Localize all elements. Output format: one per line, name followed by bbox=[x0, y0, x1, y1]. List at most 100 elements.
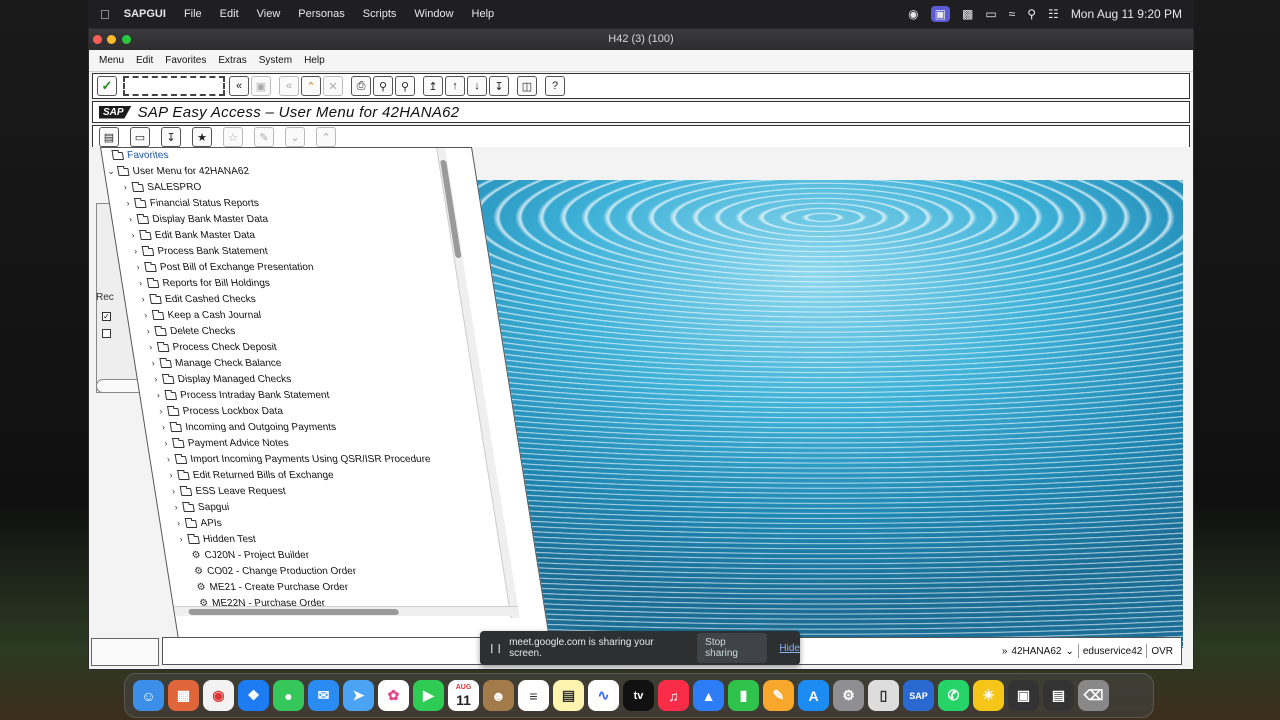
stop-sharing-button[interactable]: Stop sharing bbox=[697, 633, 768, 663]
tree-transaction[interactable]: ⚙ ME21 - Create Purchase Order bbox=[196, 580, 350, 595]
pages-icon[interactable]: ✎ bbox=[763, 680, 794, 711]
tree-folder[interactable]: › Sapgui bbox=[171, 500, 231, 515]
sap-menu-help[interactable]: Help bbox=[304, 55, 325, 66]
reminders-icon[interactable]: ≡ bbox=[518, 680, 549, 711]
window-minimize-button[interactable] bbox=[107, 35, 116, 44]
exit-icon[interactable]: ⌃ bbox=[301, 76, 321, 96]
music-icon[interactable]: ♫ bbox=[658, 680, 689, 711]
menubar-help[interactable]: Help bbox=[472, 8, 495, 20]
chevron-right-icon[interactable]: › bbox=[168, 484, 178, 499]
tree-folder[interactable]: › ESS Leave Request bbox=[168, 484, 286, 499]
find-icon[interactable]: ⚲ bbox=[373, 76, 393, 96]
recent-window-icon[interactable]: ▣ bbox=[1008, 680, 1039, 711]
notes-icon[interactable]: ▤ bbox=[553, 680, 584, 711]
enter-check-icon[interactable]: ✓ bbox=[97, 76, 117, 96]
mail-icon[interactable]: ✉ bbox=[308, 680, 339, 711]
tree-folder[interactable]: › Hidden Test bbox=[176, 532, 257, 547]
chevron-down-icon[interactable]: ⌄ bbox=[106, 164, 116, 179]
maps-icon[interactable]: ➤ bbox=[343, 680, 374, 711]
sap-menu-menu[interactable]: Menu bbox=[99, 55, 124, 66]
photos-icon[interactable]: ✿ bbox=[378, 680, 409, 711]
status-expand-icon[interactable]: » bbox=[1002, 646, 1008, 657]
chevron-right-icon[interactable]: › bbox=[135, 276, 145, 291]
tree-folder[interactable]: › Reports for Bill Holdings bbox=[135, 276, 271, 291]
menubar-window[interactable]: Window bbox=[414, 8, 453, 20]
control-center-icon[interactable]: ☷ bbox=[1048, 7, 1059, 21]
numbers-icon[interactable]: ▮ bbox=[728, 680, 759, 711]
chevron-right-icon[interactable]: › bbox=[140, 308, 150, 323]
menubar-view[interactable]: View bbox=[257, 8, 281, 20]
status-chevron-down-icon[interactable]: ⌄ bbox=[1065, 646, 1073, 657]
chevron-right-icon[interactable]: › bbox=[163, 452, 173, 467]
sap-gui-icon[interactable]: SAP bbox=[903, 680, 934, 711]
chrome-icon[interactable]: ◉ bbox=[203, 680, 234, 711]
calendar-icon[interactable]: AUG 11 bbox=[448, 680, 479, 711]
menubar-file[interactable]: File bbox=[184, 8, 202, 20]
chevron-right-icon[interactable]: › bbox=[146, 340, 156, 355]
contacts-icon[interactable]: ☻ bbox=[483, 680, 514, 711]
iphone-mirroring-icon[interactable]: ▯ bbox=[868, 680, 899, 711]
status-mode[interactable]: OVR bbox=[1151, 646, 1173, 657]
tree-vertical-scroll-thumb[interactable] bbox=[440, 160, 462, 258]
tree-node-favorites[interactable]: Favorites bbox=[111, 148, 170, 163]
background-checkbox-2[interactable] bbox=[102, 329, 111, 338]
sap-menu-favorites[interactable]: Favorites bbox=[165, 55, 206, 66]
chevron-right-icon[interactable]: › bbox=[143, 324, 153, 339]
chevron-right-icon[interactable]: › bbox=[151, 372, 161, 387]
tree-folder[interactable]: › SALESPRO bbox=[120, 180, 202, 195]
finder-icon[interactable]: ☺ bbox=[133, 680, 164, 711]
tree-folder[interactable]: › Manage Check Balance bbox=[148, 356, 283, 371]
tree-folder[interactable]: › Process Intraday Bank Statement bbox=[153, 388, 330, 403]
tips-icon[interactable]: ☀ bbox=[973, 680, 1004, 711]
move-up-icon[interactable]: ⌃ bbox=[316, 127, 336, 147]
previous-page-icon[interactable]: ↑ bbox=[445, 76, 465, 96]
change-favorite-icon[interactable]: ✎ bbox=[254, 127, 274, 147]
chevron-right-icon[interactable]: › bbox=[158, 420, 168, 435]
screen-share-icon[interactable]: ▣ bbox=[930, 6, 950, 22]
first-page-icon[interactable]: ↥ bbox=[423, 76, 443, 96]
tree-folder[interactable]: › APIs bbox=[173, 516, 223, 531]
safari-icon[interactable]: ❖ bbox=[238, 680, 269, 711]
tree-folder[interactable]: › Edit Bank Master Data bbox=[128, 228, 256, 243]
tree-transaction[interactable]: ⚙ CJ20N - Project Builder bbox=[191, 548, 311, 563]
background-checkbox-1[interactable]: ✓ bbox=[102, 312, 111, 321]
chevron-right-icon[interactable]: › bbox=[153, 388, 163, 403]
tree-transaction[interactable]: ⚙ CO02 - Change Production Order bbox=[193, 564, 357, 579]
battery-icon[interactable]: ▭ bbox=[985, 7, 996, 21]
menubar-clock[interactable]: Mon Aug 11 9:20 PM bbox=[1071, 7, 1182, 21]
tree-folder[interactable]: › Process Bank Statement bbox=[130, 244, 268, 259]
chevron-right-icon[interactable]: › bbox=[156, 404, 166, 419]
chevron-right-icon[interactable]: › bbox=[148, 356, 158, 371]
last-page-icon[interactable]: ↧ bbox=[489, 76, 509, 96]
spotlight-search-icon[interactable]: ⚲ bbox=[1027, 7, 1036, 21]
command-field[interactable] bbox=[123, 76, 225, 96]
hide-banner-link[interactable]: Hide bbox=[779, 643, 800, 654]
layout-menu-icon[interactable]: ◫ bbox=[517, 76, 537, 96]
chevron-right-icon[interactable]: › bbox=[166, 468, 176, 483]
print-icon[interactable]: ⎙ bbox=[351, 76, 371, 96]
other-menu-icon[interactable]: ↧ bbox=[161, 127, 181, 147]
menubar-app-name[interactable]: SAPGUI bbox=[124, 8, 166, 20]
window-titlebar[interactable]: H42 (3) (100) bbox=[89, 29, 1193, 50]
tree-folder[interactable]: › Payment Advice Notes bbox=[161, 436, 290, 451]
app-store-icon[interactable]: A bbox=[798, 680, 829, 711]
menubar-personas[interactable]: Personas bbox=[298, 8, 344, 20]
back-icon[interactable]: « bbox=[279, 76, 299, 96]
tree-folder[interactable]: › Edit Cashed Checks bbox=[138, 292, 257, 307]
chevron-right-icon[interactable]: › bbox=[125, 212, 135, 227]
add-favorite-icon[interactable]: ★ bbox=[192, 127, 212, 147]
tree-folder[interactable]: › Edit Returned Bills of Exchange bbox=[166, 468, 335, 483]
keynote-icon[interactable]: ▲ bbox=[693, 680, 724, 711]
cancel-icon[interactable]: ✕ bbox=[323, 76, 343, 96]
next-page-icon[interactable]: ↓ bbox=[467, 76, 487, 96]
user-menu-icon[interactable]: ▭ bbox=[130, 127, 150, 147]
trash-icon[interactable]: ⌫ bbox=[1078, 680, 1109, 711]
tree-folder[interactable]: › Process Check Deposit bbox=[146, 340, 278, 355]
menubar-edit[interactable]: Edit bbox=[220, 8, 239, 20]
find-next-icon[interactable]: ⚲ bbox=[395, 76, 415, 96]
tree-folder[interactable]: › Import Incoming Payments Using QSR/ISR … bbox=[163, 452, 431, 467]
tree-horizontal-scrollbar[interactable] bbox=[173, 606, 520, 616]
tree-folder[interactable]: › Process Lockbox Data bbox=[156, 404, 284, 419]
chevron-right-icon[interactable]: › bbox=[138, 292, 148, 307]
tree-horizontal-scroll-thumb[interactable] bbox=[188, 609, 400, 615]
